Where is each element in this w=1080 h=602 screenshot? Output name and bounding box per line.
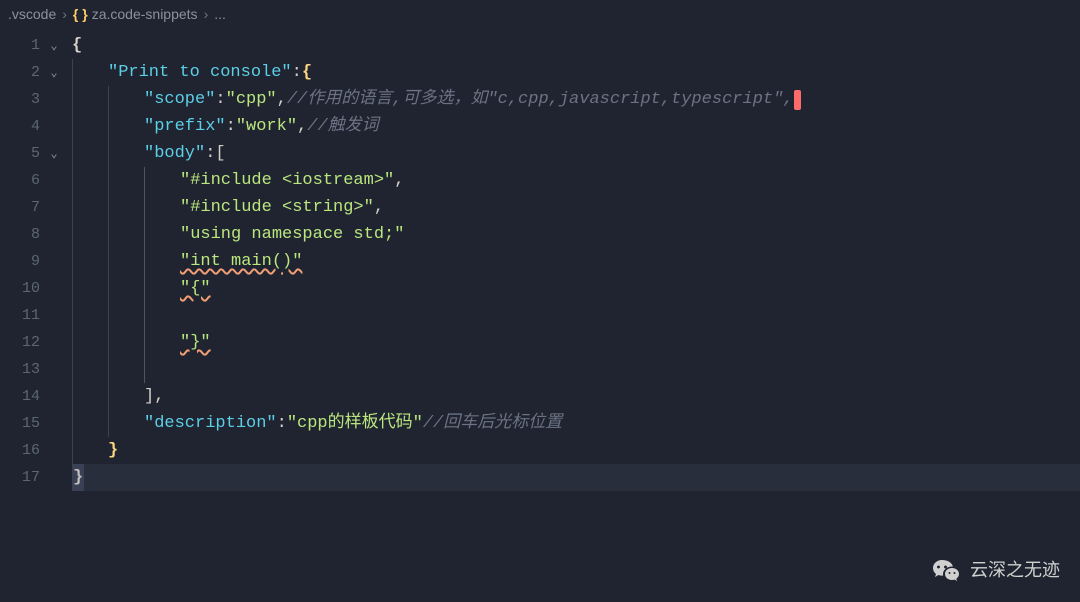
token-string-warning: "}" <box>180 329 211 356</box>
json-icon: { } <box>73 6 88 22</box>
line-number[interactable]: 9 <box>0 253 44 270</box>
token-brace: { <box>302 59 312 86</box>
token-brace: } <box>72 464 84 491</box>
token-punct: , <box>277 86 287 113</box>
token-string: "cpp" <box>226 86 277 113</box>
line-number[interactable]: 14 <box>0 388 44 405</box>
watermark: 云深之无迹 <box>932 556 1060 582</box>
code-line[interactable] <box>72 302 1080 329</box>
watermark-text: 云深之无迹 <box>970 556 1060 582</box>
line-number[interactable]: 6 <box>0 172 44 189</box>
token-comment: //触发词 <box>307 113 378 140</box>
token-string: "#include <string>" <box>180 194 374 221</box>
code-line[interactable]: "#include <string>", <box>72 194 1080 221</box>
token-punct: , <box>374 194 384 221</box>
line-number[interactable]: 17 <box>0 469 44 486</box>
line-number[interactable]: 1 <box>0 37 44 54</box>
line-number[interactable]: 15 <box>0 415 44 432</box>
wechat-icon <box>932 557 960 581</box>
breadcrumb-bar: .vscode › { } za.code-snippets › ... <box>0 0 1080 28</box>
token-punct: , <box>154 383 164 410</box>
token-comment: //作用的语言,可多选，如"c,cpp,javascript,typescrip… <box>287 86 794 113</box>
fold-icon[interactable]: ⌄ <box>44 65 64 80</box>
code-line[interactable]: "int main()" <box>72 248 1080 275</box>
token-string: "cpp的样板代码" <box>287 410 423 437</box>
chevron-right-icon: › <box>62 6 67 22</box>
code-line[interactable]: "description": "cpp的样板代码"//回车后光标位置 <box>72 410 1080 437</box>
line-number[interactable]: 13 <box>0 361 44 378</box>
cursor-icon <box>794 90 801 110</box>
line-number[interactable]: 12 <box>0 334 44 351</box>
token-punct: : <box>226 113 236 140</box>
token-bracket: ] <box>144 383 154 410</box>
code-area[interactable]: { "Print to console": { "scope": "cpp", … <box>72 28 1080 602</box>
code-line[interactable]: ], <box>72 383 1080 410</box>
code-line[interactable]: "Print to console": { <box>72 59 1080 86</box>
breadcrumb-file[interactable]: { } za.code-snippets <box>73 6 198 22</box>
editor: 1⌄ 2⌄ 3 4 5⌄ 6 7 8 9 10 11 12 13 14 15 1… <box>0 28 1080 602</box>
line-number[interactable]: 4 <box>0 118 44 135</box>
line-number[interactable]: 8 <box>0 226 44 243</box>
line-number[interactable]: 10 <box>0 280 44 297</box>
chevron-right-icon: › <box>204 6 209 22</box>
token-string-warning: "int main()" <box>180 248 302 275</box>
token-brace: } <box>108 437 118 464</box>
code-line[interactable]: { <box>72 32 1080 59</box>
code-line[interactable]: "body": [ <box>72 140 1080 167</box>
token-punct: : <box>215 86 225 113</box>
breadcrumb-trail[interactable]: ... <box>214 6 226 22</box>
code-line[interactable]: "prefix": "work", //触发词 <box>72 113 1080 140</box>
code-line[interactable]: } <box>72 464 1080 491</box>
line-number[interactable]: 5 <box>0 145 44 162</box>
code-line[interactable]: "using namespace std;" <box>72 221 1080 248</box>
token-bracket: [ <box>215 140 225 167</box>
code-line[interactable]: "}" <box>72 329 1080 356</box>
token-brace: { <box>72 32 82 59</box>
token-key: "Print to console" <box>108 59 292 86</box>
token-punct: : <box>277 410 287 437</box>
token-key: "description" <box>144 410 277 437</box>
breadcrumb-file-label: za.code-snippets <box>92 6 198 22</box>
token-string: "#include <iostream>" <box>180 167 394 194</box>
code-line[interactable] <box>72 356 1080 383</box>
code-line[interactable]: "#include <iostream>", <box>72 167 1080 194</box>
fold-icon[interactable]: ⌄ <box>44 38 64 53</box>
token-comment: //回车后光标位置 <box>423 410 562 437</box>
fold-icon[interactable]: ⌄ <box>44 146 64 161</box>
token-punct: : <box>292 59 302 86</box>
code-line[interactable]: "{" <box>72 275 1080 302</box>
token-key: "body" <box>144 140 205 167</box>
line-number[interactable]: 16 <box>0 442 44 459</box>
token-punct: : <box>205 140 215 167</box>
token-string-warning: "{" <box>180 275 211 302</box>
line-number[interactable]: 2 <box>0 64 44 81</box>
token-punct: , <box>297 113 307 140</box>
line-number[interactable]: 7 <box>0 199 44 216</box>
token-string: "using namespace std;" <box>180 221 404 248</box>
line-number[interactable]: 11 <box>0 307 44 324</box>
line-gutter: 1⌄ 2⌄ 3 4 5⌄ 6 7 8 9 10 11 12 13 14 15 1… <box>0 28 72 602</box>
token-key: "scope" <box>144 86 215 113</box>
token-string: "work" <box>236 113 297 140</box>
code-line[interactable]: } <box>72 437 1080 464</box>
code-line[interactable]: "scope": "cpp", //作用的语言,可多选，如"c,cpp,java… <box>72 86 1080 113</box>
token-punct: , <box>394 167 404 194</box>
line-number[interactable]: 3 <box>0 91 44 108</box>
token-key: "prefix" <box>144 113 226 140</box>
breadcrumb-folder[interactable]: .vscode <box>8 6 56 22</box>
